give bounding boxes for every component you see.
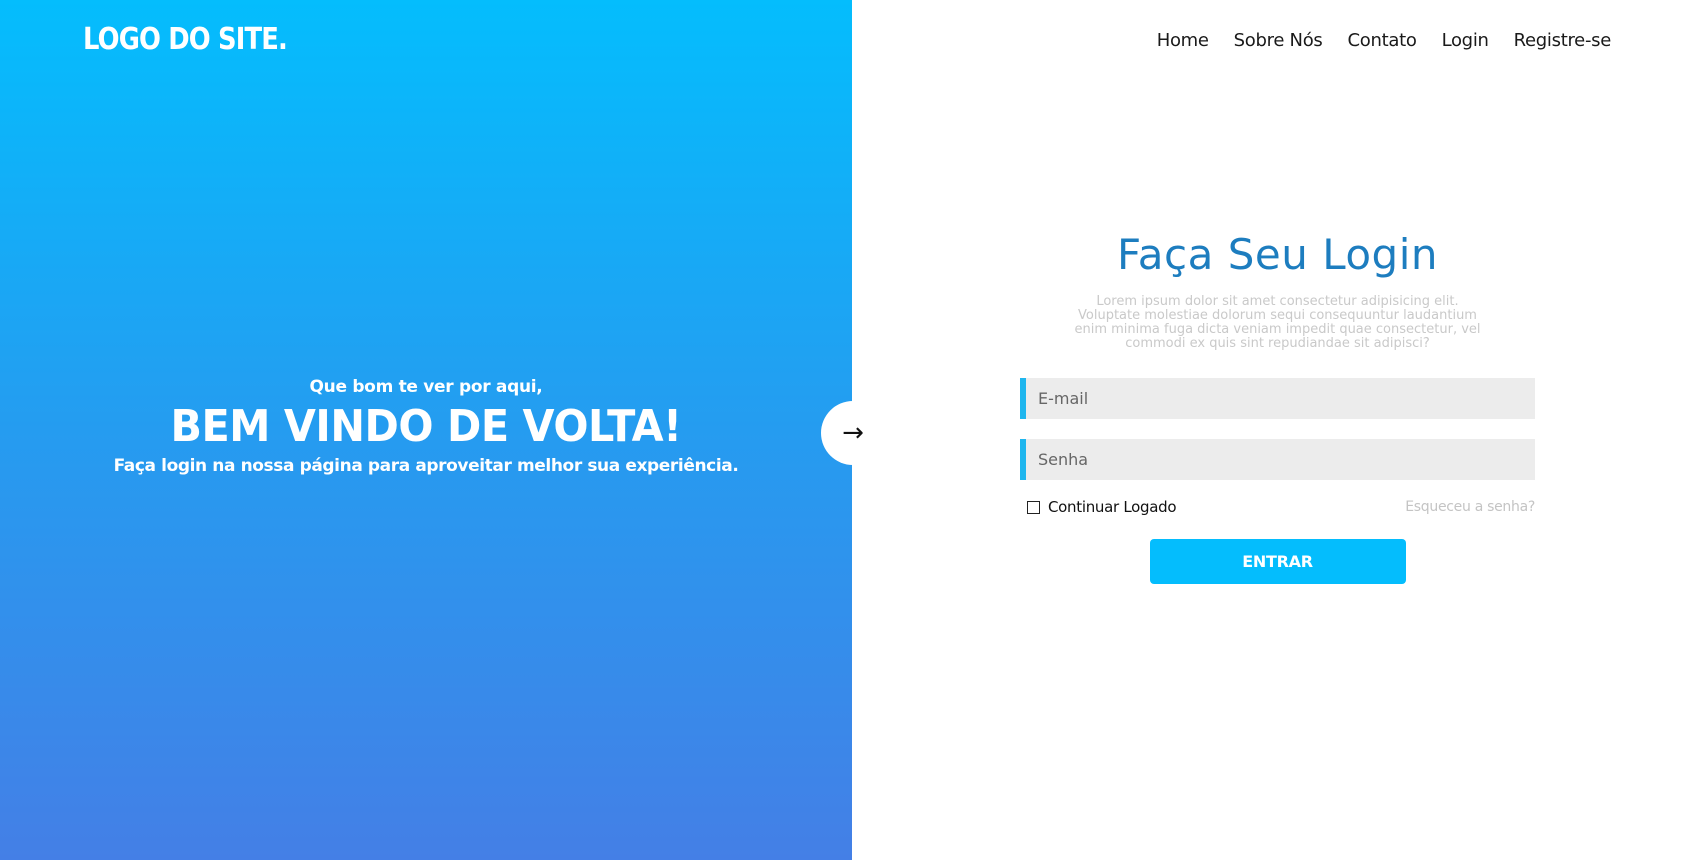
password-field[interactable] (1026, 439, 1535, 480)
switch-panel-button[interactable]: → (821, 401, 885, 465)
nav-item-home[interactable]: Home (1157, 30, 1209, 51)
login-page: LOGO DO SITE. Que bom te ver por aqui, B… (0, 0, 1693, 860)
welcome-panel: LOGO DO SITE. Que bom te ver por aqui, B… (0, 0, 852, 860)
nav-item-contato[interactable]: Contato (1348, 30, 1417, 51)
email-field[interactable] (1026, 378, 1535, 419)
login-button[interactable]: ENTRAR (1149, 539, 1406, 584)
welcome-description: Faça login na nossa página para aproveit… (113, 456, 739, 476)
remember-me[interactable]: Continuar Logado (1027, 498, 1177, 516)
forgot-password-link[interactable]: Esqueceu a senha? (1405, 499, 1535, 515)
remember-me-checkbox[interactable] (1027, 500, 1040, 514)
password-field-wrapper (1020, 439, 1535, 480)
welcome-subtitle: Que bom te ver por aqui, (309, 377, 543, 397)
login-options: Continuar Logado Esqueceu a senha? (1020, 498, 1535, 516)
remember-me-label: Continuar Logado (1048, 498, 1177, 516)
nav-item-login[interactable]: Login (1442, 30, 1489, 51)
arrow-right-icon: → (842, 418, 864, 448)
welcome-title: BEM VINDO DE VOLTA! (170, 401, 682, 452)
site-logo[interactable]: LOGO DO SITE. (83, 22, 288, 57)
main-nav: Home Sobre Nós Contato Login Registre-se (1157, 30, 1612, 51)
login-form: Faça Seu Login Lorem ipsum dolor sit ame… (1020, 230, 1535, 584)
nav-item-sobre-nos[interactable]: Sobre Nós (1234, 30, 1323, 51)
login-title: Faça Seu Login (1117, 230, 1438, 279)
welcome-section: Que bom te ver por aqui, BEM VINDO DE VO… (0, 377, 852, 476)
nav-item-registre-se[interactable]: Registre-se (1514, 30, 1612, 51)
email-field-wrapper (1020, 378, 1535, 419)
login-description: Lorem ipsum dolor sit amet consectetur a… (1074, 294, 1481, 351)
